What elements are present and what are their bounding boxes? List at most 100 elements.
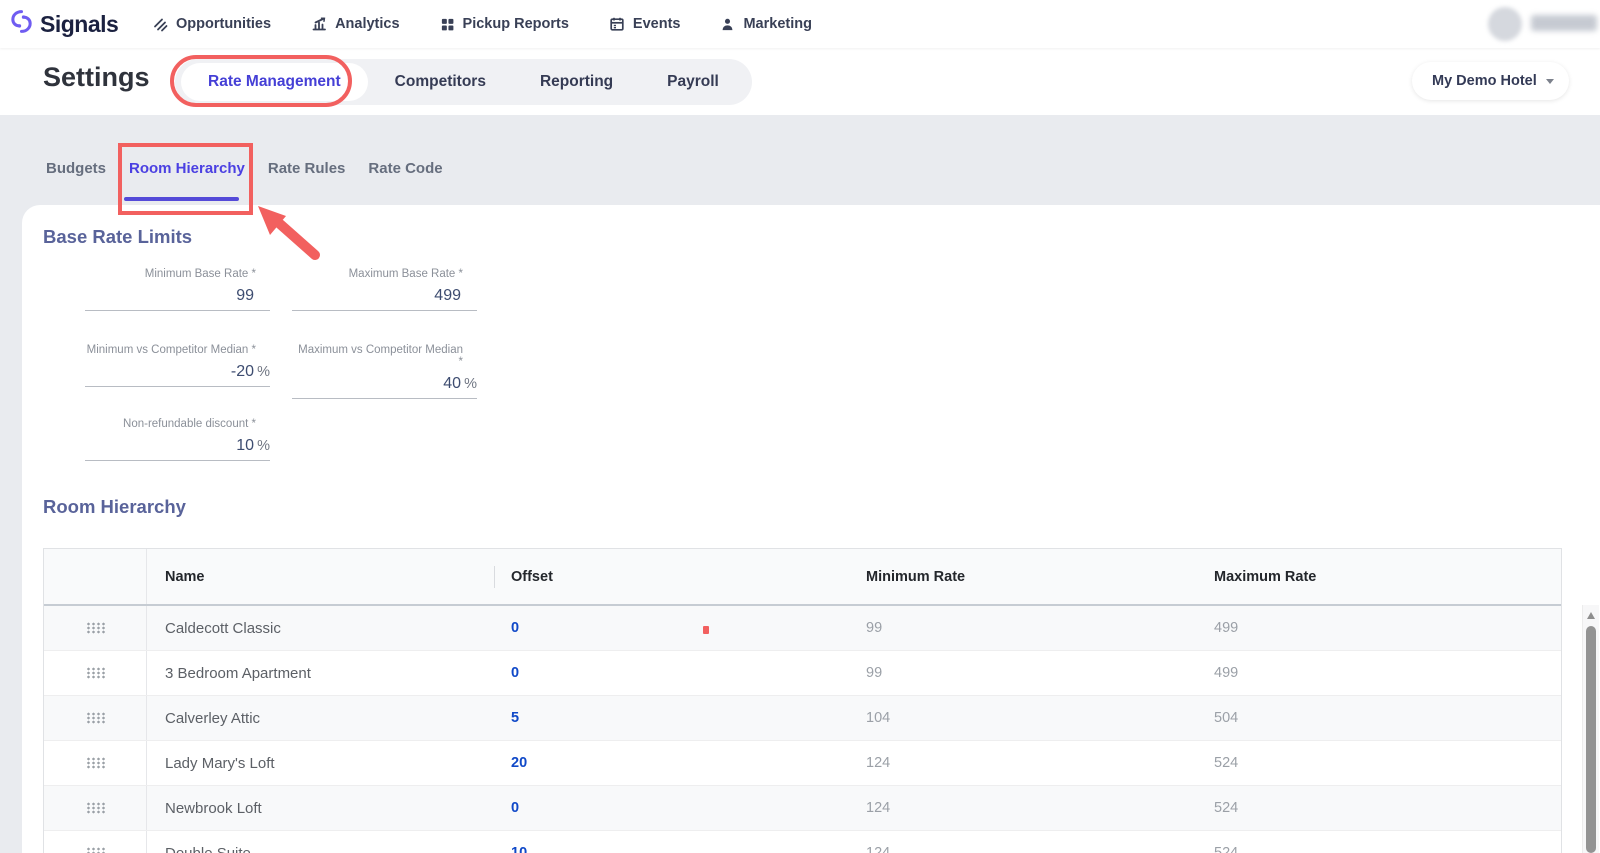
chevron-down-icon [1546, 79, 1554, 84]
field-input[interactable]: 499 [292, 282, 477, 311]
nav-item-label: Marketing [743, 16, 812, 32]
content-card: Base Rate Limits Minimum Base Rate * 99 … [22, 205, 1600, 853]
minimum-rate-cell: 124 [866, 800, 1214, 816]
minimum-rate-cell: 124 [866, 845, 1214, 853]
room-name-cell: Lady Mary's Loft [146, 741, 511, 785]
minimum-rate-cell: 99 [866, 620, 1214, 636]
nav-item-label: Pickup Reports [463, 16, 569, 32]
minimum-rate-cell: 99 [866, 665, 1214, 681]
signals-swirl-icon [8, 8, 35, 40]
tab-rate-management[interactable]: Rate Management [181, 63, 368, 101]
maximum-rate-cell: 499 [1214, 665, 1561, 681]
scrollbar-thumb[interactable] [1586, 626, 1596, 853]
room-name-cell: 3 Bedroom Apartment [146, 651, 511, 695]
column-header-minimum-rate: Minimum Rate [866, 569, 1214, 585]
table-row: Calverley Attic 5 104 504 [44, 696, 1561, 741]
table-row: Caldecott Classic 0 99 499 [44, 606, 1561, 651]
maximum-rate-cell: 524 [1214, 800, 1561, 816]
maximum-rate-cell: 504 [1214, 710, 1561, 726]
opportunities-icon [152, 16, 168, 32]
nav-item-opportunities[interactable]: Opportunities [152, 16, 271, 32]
field-input[interactable]: 99 [85, 282, 270, 311]
table-header-row: Name Offset Minimum Rate Maximum Rate [44, 549, 1561, 606]
pickup-reports-icon [440, 17, 455, 32]
minimum-rate-cell: 104 [866, 710, 1214, 726]
field-minimum-base-rate: Minimum Base Rate * 99 [85, 268, 270, 311]
field-input[interactable]: -20 % [85, 358, 270, 387]
table-scrollbar[interactable] [1582, 605, 1599, 853]
user-name-redacted [1531, 15, 1597, 31]
field-value[interactable]: -20 [85, 363, 254, 386]
rate-management-subtabs: Budgets Room Hierarchy Rate Rules Rate C… [44, 160, 445, 177]
drag-handle-icon[interactable] [86, 712, 105, 724]
nav-menu: Opportunities Analytics Pickup Reports [152, 16, 812, 32]
offset-link[interactable]: 0 [511, 800, 866, 816]
subtab-budgets[interactable]: Budgets [44, 160, 108, 177]
field-suffix [461, 304, 477, 310]
nav-item-label: Analytics [335, 16, 399, 32]
field-label: Maximum Base Rate * [292, 268, 477, 280]
drag-handle-icon[interactable] [86, 757, 105, 769]
field-label: Maximum vs Competitor Median * [292, 344, 477, 368]
field-value[interactable]: 499 [292, 287, 461, 310]
field-suffix: % [254, 364, 270, 386]
field-max-vs-competitor-median: Maximum vs Competitor Median * 40 % [292, 344, 477, 399]
room-hierarchy-title: Room Hierarchy [43, 496, 186, 518]
tab-competitors[interactable]: Competitors [368, 63, 513, 101]
table-row: Lady Mary's Loft 20 124 524 [44, 741, 1561, 786]
field-label: Minimum Base Rate * [85, 268, 270, 280]
nav-item-label: Events [633, 16, 681, 32]
drag-handle-icon[interactable] [86, 622, 105, 634]
field-suffix: % [461, 376, 477, 398]
field-min-vs-competitor-median: Minimum vs Competitor Median * -20 % [85, 344, 270, 387]
tab-reporting[interactable]: Reporting [513, 63, 640, 101]
field-maximum-base-rate: Maximum Base Rate * 499 [292, 268, 477, 311]
scrollbar-up-arrow-icon[interactable] [1587, 612, 1595, 619]
field-input[interactable]: 40 % [292, 370, 477, 399]
offset-link[interactable]: 10 [511, 845, 866, 853]
nav-item-events[interactable]: Events [609, 16, 681, 32]
subtab-rate-rules[interactable]: Rate Rules [266, 160, 348, 177]
analytics-icon [311, 16, 327, 32]
field-value[interactable]: 99 [85, 287, 254, 310]
settings-tab-group: Rate Management Competitors Reporting Pa… [175, 59, 752, 105]
annotation-dot [703, 626, 709, 634]
offset-link[interactable]: 20 [511, 755, 866, 771]
nav-item-pickup-reports[interactable]: Pickup Reports [440, 16, 569, 32]
maximum-rate-cell: 499 [1214, 620, 1561, 636]
room-name-cell: Double Suite [146, 831, 511, 853]
room-name-cell: Newbrook Loft [146, 786, 511, 830]
brand-logo[interactable]: Signals [8, 8, 146, 40]
field-value[interactable]: 10 [85, 437, 254, 460]
field-value[interactable]: 40 [292, 375, 461, 398]
field-non-refundable-discount: Non-refundable discount * 10 % [85, 418, 270, 461]
column-header-maximum-rate: Maximum Rate [1214, 569, 1561, 585]
field-label: Non-refundable discount * [85, 418, 270, 430]
table-row: Double Suite 10 124 524 [44, 831, 1561, 853]
drag-handle-icon[interactable] [86, 847, 105, 853]
nav-item-marketing[interactable]: Marketing [720, 16, 812, 32]
offset-link[interactable]: 5 [511, 710, 866, 726]
hotel-selector-button[interactable]: My Demo Hotel [1412, 62, 1569, 100]
room-hierarchy-table: Name Offset Minimum Rate Maximum Rate Ca… [43, 548, 1562, 853]
brand-name: Signals [40, 11, 118, 38]
drag-handle-icon[interactable] [86, 667, 105, 679]
field-suffix [254, 304, 270, 310]
field-input[interactable]: 10 % [85, 432, 270, 461]
page-title: Settings [43, 62, 150, 93]
offset-link[interactable]: 0 [511, 665, 866, 681]
maximum-rate-cell: 524 [1214, 755, 1561, 771]
events-icon [609, 16, 625, 32]
offset-link[interactable]: 0 [511, 620, 866, 636]
top-navigation: Signals Opportunities Analytics [0, 0, 1600, 48]
marketing-icon [720, 17, 735, 32]
nav-item-analytics[interactable]: Analytics [311, 16, 399, 32]
subtab-room-hierarchy[interactable]: Room Hierarchy [127, 160, 247, 177]
drag-handle-icon[interactable] [86, 802, 105, 814]
tab-payroll[interactable]: Payroll [640, 63, 746, 101]
field-suffix: % [254, 438, 270, 460]
user-avatar[interactable] [1488, 7, 1522, 41]
subtab-rate-code[interactable]: Rate Code [366, 160, 444, 177]
nav-item-label: Opportunities [176, 16, 271, 32]
maximum-rate-cell: 524 [1214, 845, 1561, 853]
